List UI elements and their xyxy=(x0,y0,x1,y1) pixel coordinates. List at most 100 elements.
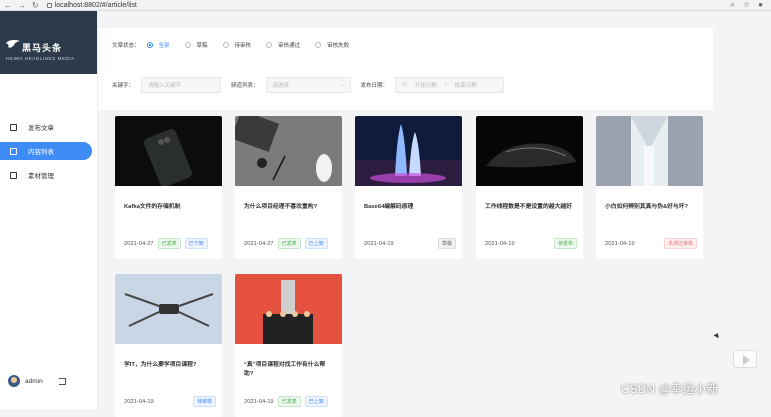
date-range-picker[interactable]: ◷ 开始日期 - 结束日期 xyxy=(395,77,505,93)
article-thumbnail xyxy=(596,116,703,186)
status-badge: 待发布 xyxy=(553,238,577,249)
main-content: 文章状态： 全部 草稿 待审核 审核通过 审核失败 关键字： 请输入关键字 频道… xyxy=(98,11,771,417)
reload-icon[interactable]: ↻ xyxy=(32,1,39,10)
status-badge: 已上架 xyxy=(304,396,328,407)
zoom-icon[interactable]: ⌕ xyxy=(731,0,735,10)
brand-subtitle: HEIMA HEADLINES MEDIA xyxy=(6,56,75,61)
profile-icon[interactable]: ● xyxy=(758,0,763,10)
clock-icon: ◷ xyxy=(402,82,407,88)
status-radio-rejected[interactable]: 审核失败 xyxy=(315,41,349,49)
article-meta: 2021-04-19 待审核 xyxy=(124,396,216,407)
status-badge: 已下架 xyxy=(184,238,208,249)
status-badge: 已发表 xyxy=(277,238,301,249)
article-title: 学IT，为什么要学项目课程? xyxy=(124,362,197,368)
date-start: 开始日期 xyxy=(414,83,437,89)
play-icon[interactable] xyxy=(733,350,757,368)
browser-toolbar: ← → ↻ localhost:8802/#/article/list ⌕ ☆ … xyxy=(0,0,771,11)
sidebar: 黑马头条 HEIMA HEADLINES MEDIA 发布文章 内容列表 素材管… xyxy=(0,11,98,409)
forward-icon[interactable]: → xyxy=(18,1,26,10)
brand-name: 黑马头条 xyxy=(22,43,63,53)
article-thumbnail xyxy=(235,116,342,186)
channel-placeholder: 请选择 xyxy=(272,83,290,89)
article-meta: 2021-04-27 已发表 已下架 xyxy=(124,238,216,249)
logout-icon[interactable] xyxy=(58,377,66,385)
url-text: localhost:8802/#/article/list xyxy=(54,1,137,9)
article-date: 2021-04-19 xyxy=(485,240,515,247)
article-meta: 2021-04-19 草稿 xyxy=(364,238,456,249)
search-row: 关键字： 请输入关键字 频道列表： 请选择 ⌄ 发布日期： ◷ 开始日期 - 结… xyxy=(112,77,505,93)
radio-label: 草稿 xyxy=(196,43,208,49)
radio-icon xyxy=(184,42,191,48)
article-thumbnail xyxy=(355,116,462,186)
chevron-down-icon: ⌄ xyxy=(339,82,345,88)
article-card[interactable]: 学IT，为什么要学项目课程? 2021-04-19 待审核 xyxy=(115,274,222,417)
back-icon[interactable]: ← xyxy=(4,1,12,10)
image-icon xyxy=(10,171,17,179)
browser-nav: ← → ↻ xyxy=(0,1,39,10)
status-badge: 草稿 xyxy=(437,238,456,249)
radio-label: 审核失败 xyxy=(327,43,350,49)
user-bar: admin xyxy=(8,375,66,387)
article-date: 2021-04-27 xyxy=(244,240,274,247)
status-radio-draft[interactable]: 草稿 xyxy=(184,41,208,49)
radio-label: 全部 xyxy=(158,43,170,49)
status-radio-all[interactable]: 全部 xyxy=(146,41,170,49)
sidebar-item-content-list[interactable]: 内容列表 xyxy=(0,142,92,160)
article-title: Base64编解码原理 xyxy=(364,204,414,210)
status-label: 文章状态： xyxy=(112,43,140,49)
list-icon xyxy=(10,147,17,155)
status-badge: 待审核 xyxy=(192,396,216,407)
logo: 黑马头条 HEIMA HEADLINES MEDIA xyxy=(0,11,97,74)
keyword-label: 关键字： xyxy=(112,83,135,89)
status-radio-approved[interactable]: 审核通过 xyxy=(266,41,300,49)
date-end: 结束日期 xyxy=(454,83,477,89)
article-title: 为什么项目经理不喜欢重构? xyxy=(244,204,318,210)
article-card[interactable]: “真”项目课程对找工作有什么帮助? 2021-04-19 已发表 已上架 xyxy=(235,274,342,417)
article-thumbnail xyxy=(115,274,222,344)
radio-label: 待审核 xyxy=(234,43,252,49)
radio-icon xyxy=(146,42,153,48)
keyword-input[interactable]: 请输入关键字 xyxy=(141,77,222,93)
article-thumbnail xyxy=(115,116,222,187)
article-card[interactable]: Kafka文件的存储机制 2021-04-27 已发表 已下架 xyxy=(115,116,222,259)
article-date: 2021-04-19 xyxy=(364,240,394,247)
status-radio-pending[interactable]: 待审核 xyxy=(222,41,252,49)
sidebar-item-materials[interactable]: 素材管理 xyxy=(0,166,92,184)
article-title: 工作线程数是不是设置的越大越好 xyxy=(485,204,572,210)
article-date: 2021-04-19 xyxy=(244,398,274,405)
sidebar-item-label: 内容列表 xyxy=(28,149,54,156)
channel-select[interactable]: 请选择 ⌄ xyxy=(265,77,351,93)
article-meta: 2021-04-27 已发表 已上架 xyxy=(244,238,336,249)
radio-label: 审核通过 xyxy=(278,43,301,49)
sidebar-item-publish[interactable]: 发布文章 xyxy=(0,118,92,136)
sidebar-item-label: 素材管理 xyxy=(28,173,54,180)
date-label: 发布日期： xyxy=(360,83,389,89)
status-badge: 已上架 xyxy=(304,238,328,249)
article-card[interactable]: 为什么项目经理不喜欢重构? 2021-04-27 已发表 已上架 xyxy=(235,116,342,259)
article-title: 小白如何辨别其真与伪&好与坏? xyxy=(605,204,689,210)
status-badge: 已发表 xyxy=(277,396,301,407)
bird-logo-icon xyxy=(6,39,20,48)
article-card[interactable]: 工作线程数是不是设置的越大越好 2021-04-19 待发布 xyxy=(476,116,583,259)
article-card[interactable]: Base64编解码原理 2021-04-19 草稿 xyxy=(355,116,462,259)
radio-icon xyxy=(315,42,322,48)
edit-icon xyxy=(10,123,17,131)
article-title: “真”项目课程对找工作有什么帮助? xyxy=(244,362,326,377)
star-icon[interactable]: ☆ xyxy=(743,0,750,10)
info-icon xyxy=(46,2,52,8)
article-card[interactable]: 小白如何辨别其真与伪&好与坏? 2021-04-19 未通过审核 xyxy=(596,116,703,259)
avatar[interactable] xyxy=(8,375,20,387)
mouse-cursor-icon xyxy=(713,331,721,339)
article-date: 2021-04-19 xyxy=(605,240,635,247)
status-badge: 已发表 xyxy=(157,238,181,249)
article-date: 2021-04-19 xyxy=(124,398,154,405)
article-meta: 2021-04-19 未通过审核 xyxy=(605,238,697,249)
address-bar[interactable]: localhost:8802/#/article/list xyxy=(46,1,137,9)
radio-icon xyxy=(222,42,229,48)
article-title: Kafka文件的存储机制 xyxy=(124,204,181,210)
article-meta: 2021-04-19 待发布 xyxy=(485,238,577,249)
article-meta: 2021-04-19 已发表 已上架 xyxy=(244,396,336,407)
filter-panel: 文章状态： 全部 草稿 待审核 审核通过 审核失败 关键字： 请输入关键字 频道… xyxy=(98,28,713,110)
sidebar-item-label: 发布文章 xyxy=(28,125,54,132)
date-separator: - xyxy=(444,82,447,88)
